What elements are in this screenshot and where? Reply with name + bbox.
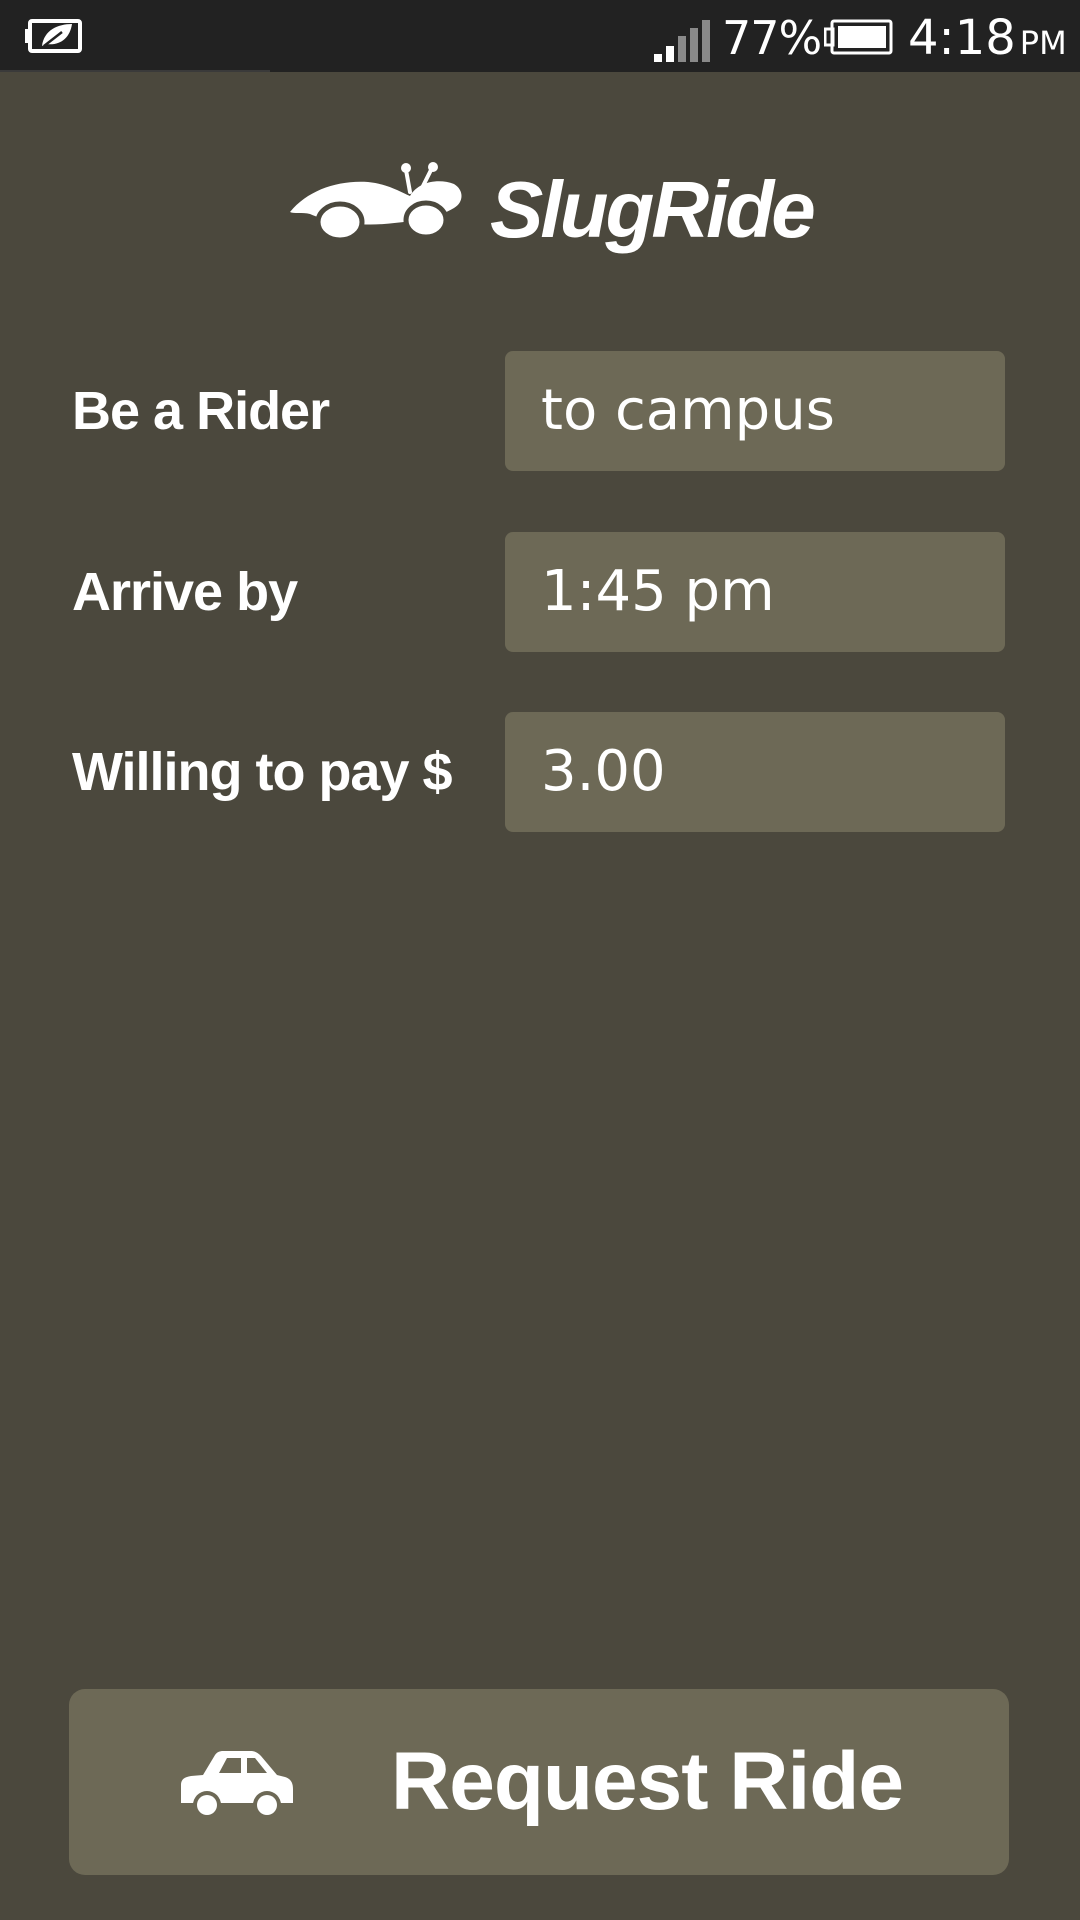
slug-car-icon: [290, 162, 462, 243]
direction-selector[interactable]: to campus: [505, 351, 1005, 471]
status-divider: [0, 70, 270, 72]
arrive-by-row: Arrive by 1:45 pm: [0, 532, 1080, 652]
eco-battery-icon: [25, 19, 82, 53]
payment-label: Willing to pay $: [72, 742, 453, 802]
app-logo: SlugRide: [284, 156, 816, 266]
request-ride-label: Request Ride: [391, 1736, 904, 1827]
payment-amount-field[interactable]: 3.00: [505, 712, 1005, 832]
clock-period: PM: [1019, 24, 1067, 62]
payment-row: Willing to pay $ 3.00: [0, 712, 1080, 832]
brand-name: SlugRide: [490, 165, 816, 254]
arrive-time-field[interactable]: 1:45 pm: [505, 532, 1005, 652]
app-screen: 77% 4:18 PM SlugRide Be a Rider to campus: [0, 0, 1080, 1920]
request-ride-button[interactable]: Request Ride: [69, 1689, 1009, 1875]
signal-icon: [654, 20, 710, 62]
status-bar: 77% 4:18 PM: [0, 0, 1080, 72]
clock-time: 4:18: [908, 10, 1016, 66]
rider-direction-row: Be a Rider to campus: [0, 351, 1080, 471]
arrive-by-label: Arrive by: [72, 562, 298, 622]
car-icon: [181, 1751, 293, 1819]
battery-percentage: 77%: [722, 11, 822, 65]
status-clock: 4:18 PM: [908, 10, 1067, 71]
battery-icon: [824, 19, 893, 55]
rider-label: Be a Rider: [72, 381, 330, 441]
